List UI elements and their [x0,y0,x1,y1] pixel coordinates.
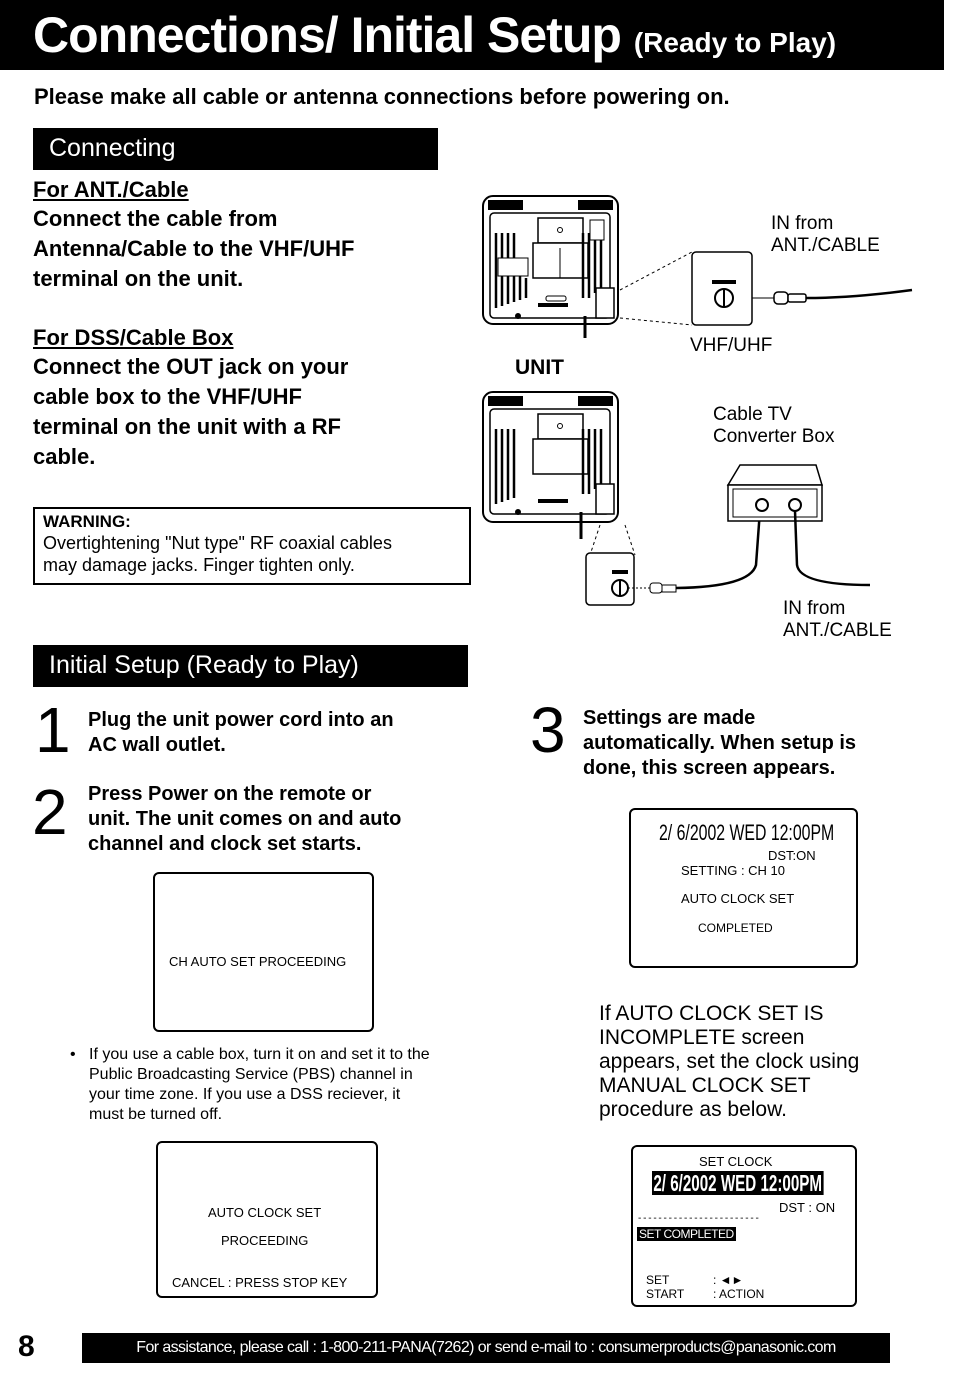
step-number-2: 2 [32,776,68,848]
text-line: MANUAL CLOCK SET [599,1074,811,1097]
in-from-label-1: IN from ANT./CABLE [771,213,880,257]
warning-title: WARNING: [43,512,131,531]
cable-box-note: • If you use a cable box, turn it on and… [70,1045,500,1125]
title-text: Connections/ Initial Setup [33,7,622,63]
page-title-bar: Connections/ Initial Setup (Ready to Pla… [0,0,944,70]
text-line: Press Power on the remote or [88,783,372,805]
text-line: appears, set the clock using [599,1050,860,1073]
text-line: automatically. When setup is [583,732,857,754]
text-line: terminal on the unit. [33,266,244,291]
ant-cable-heading: For ANT./Cable [33,177,189,202]
text-line: Connect the OUT jack on your [33,354,349,379]
text-line: ANT./CABLE [771,235,880,256]
text-line: Cable TV [713,404,792,425]
page-title: Connections/ Initial Setup (Ready to Pla… [33,6,836,64]
step-3-text: Settings are made automatically. When se… [583,706,923,781]
set-clock-dst: DST : ON [779,1200,836,1215]
bullet-symbol: • [70,1046,76,1063]
text-line: Public Broadcasting Service (PBS) channe… [89,1066,413,1083]
text-line: IN from [771,213,834,234]
step-1-text: Plug the unit power cord into an AC wall… [88,708,468,758]
step-2-text: Press Power on the remote or unit. The u… [88,782,488,857]
text-line: channel and clock set starts. [88,833,362,855]
cable-box-connection-diagram [585,464,871,606]
text-line: IN from [783,598,846,619]
text-line: must be turned off. [89,1106,223,1123]
ch-auto-set-text: CH AUTO SET PROCEEDING [169,954,347,969]
text-line: ANT./CABLE [783,620,892,641]
text-line: terminal on the unit with a RF [33,414,341,439]
intro-text: Please make all cable or antenna connect… [34,84,730,109]
cancel-instruction: CANCEL : PRESS STOP KEY [172,1275,348,1290]
text-line: Converter Box [713,426,835,447]
text-line: your time zone. If you use a DSS recieve… [89,1086,401,1103]
text-line: Antenna/Cable to the VHF/UHF [33,236,355,261]
completed-datetime: 2/ 6/2002 WED 12:00PM [659,820,835,845]
title-subtitle: (Ready to Play) [633,27,837,58]
incomplete-note: If AUTO CLOCK SET IS INCOMPLETE screen a… [599,1002,909,1122]
set-clock-divider: - - - - - - - - - - - - - - - - - - - - … [638,1213,759,1224]
set-completed-badge: SET COMPLETED [637,1227,736,1241]
screen-auto-clock-proceeding: AUTO CLOCK SET PROCEEDING CANCEL : PRESS… [156,1141,378,1298]
text-line: AC wall outlet. [88,734,226,756]
step-number-3: 3 [530,694,566,766]
vhf-uhf-terminal-closeup-1 [619,251,913,326]
set-clock-datetime: 2/ 6/2002 WED 12:00PM [652,1170,824,1196]
tv-unit-back-illustration-1 [482,195,619,338]
set-clock-title: SET CLOCK [699,1154,773,1169]
start-label: START [646,1287,685,1301]
warning-line: may damage jacks. Finger tighten only. [43,555,355,575]
text-line: Settings are made [583,707,756,729]
screen-set-clock: SET CLOCK 2/ 6/2002 WED 12:00PM DST : ON… [631,1145,857,1307]
text-line: cable box to the VHF/UHF [33,384,302,409]
auto-clock-set-text: AUTO CLOCK SET [208,1205,322,1220]
completed-setting-channel: SETTING : CH 10 [681,863,786,878]
text-line: Connect the cable from [33,206,278,231]
text-line: done, this screen appears. [583,757,836,779]
section-heading-connecting: Connecting [33,128,438,170]
screen-setup-completed: 2/ 6/2002 WED 12:00PM DST:ON SETTING : C… [629,808,858,968]
start-action-value: : ACTION [713,1287,765,1301]
text-line: cable. [33,444,96,469]
completed-auto-clock: AUTO CLOCK SET [681,891,795,906]
vhf-uhf-label: VHF/UHF [690,335,773,356]
proceeding-text: PROCEEDING [221,1233,309,1248]
set-label: SET [646,1273,670,1287]
text-line: If you use a cable box, turn it on and s… [89,1046,430,1063]
warning-line: Overtightening "Nut type" RF coaxial cab… [43,533,392,553]
text-line: If AUTO CLOCK SET IS [599,1002,824,1025]
cable-tv-converter-box-label: Cable TV Converter Box [713,404,834,448]
set-arrows-value: : ◄► [713,1273,744,1287]
section-heading-initial-setup: Initial Setup (Ready to Play) [33,645,468,687]
unit-label: UNIT [515,356,564,379]
warning-box: WARNING: Overtightening "Nut type" RF co… [33,507,471,585]
completed-status: COMPLETED [698,921,773,935]
dss-cable-box-instructions: Connect the OUT jack on your cable box t… [33,352,453,472]
text-line: unit. The unit comes on and auto [88,808,402,830]
assistance-contact-bar: For assistance, please call : 1-800-211-… [82,1333,890,1363]
ant-cable-instructions: Connect the cable from Antenna/Cable to … [33,204,453,294]
text-line: INCOMPLETE screen [599,1026,805,1049]
screen-ch-auto-set: CH AUTO SET PROCEEDING [153,872,374,1032]
page-number: 8 [18,1330,35,1363]
completed-dst: DST:ON [768,848,816,863]
text-line: procedure as below. [599,1098,787,1121]
in-from-label-2: IN from ANT./CABLE [783,598,892,642]
step-number-1: 1 [35,694,71,766]
dss-cable-box-heading: For DSS/Cable Box [33,325,234,350]
text-line: Plug the unit power cord into an [88,709,394,731]
